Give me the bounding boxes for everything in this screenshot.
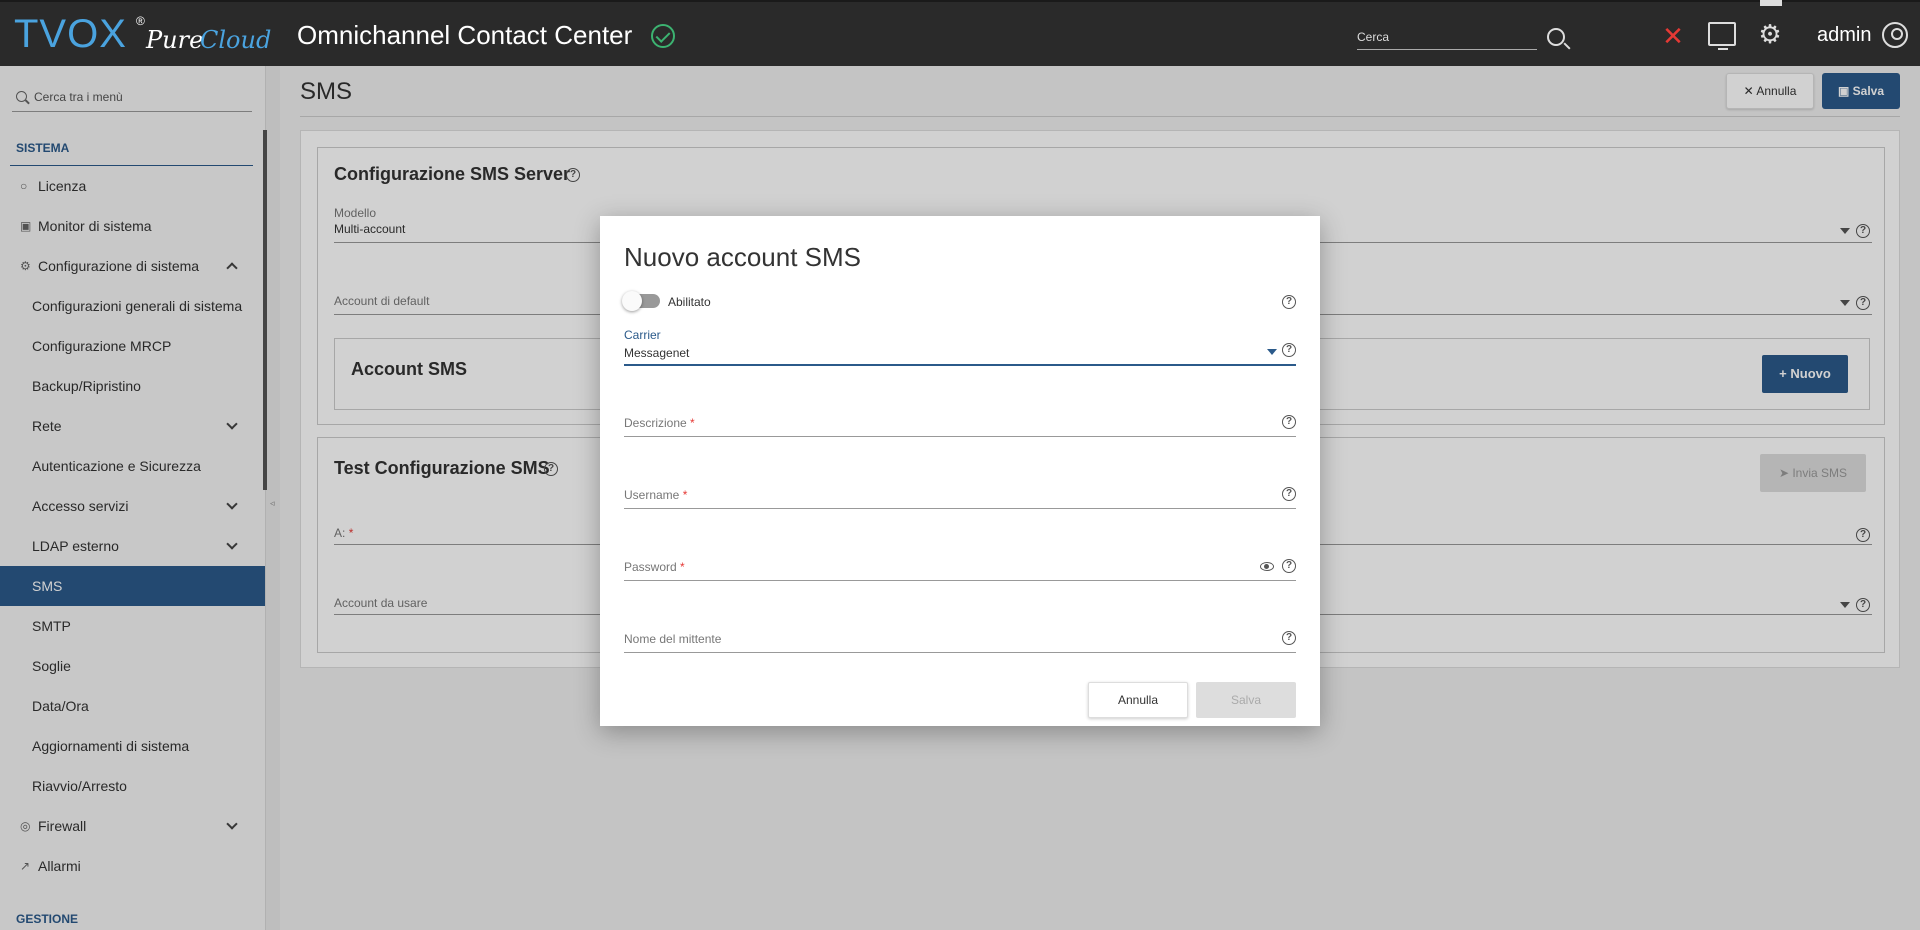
username-label: Username xyxy=(624,488,680,502)
mittente-field[interactable]: Nome del mittente xyxy=(624,632,721,646)
logo-pure: Pure xyxy=(146,26,204,54)
enabled-toggle-label: Abilitato xyxy=(668,295,711,309)
carrier-label: Carrier xyxy=(624,328,661,342)
logo-registered: ® xyxy=(136,14,145,28)
top-strip xyxy=(0,0,1920,2)
logo-tvox: TVOX xyxy=(14,12,127,56)
eye-icon[interactable] xyxy=(1260,562,1274,571)
help-icon[interactable]: ? xyxy=(1282,415,1296,429)
dialog-title: Nuovo account SMS xyxy=(624,242,862,272)
descrizione-field[interactable]: Descrizione * xyxy=(624,416,695,430)
descrizione-label: Descrizione xyxy=(624,416,687,430)
carrier-underline xyxy=(624,364,1296,366)
carrier-select[interactable]: Messagenet xyxy=(624,346,689,360)
required-mark: * xyxy=(680,560,685,574)
user-name[interactable]: admin xyxy=(1817,24,1871,47)
dialog-save-button[interactable]: Salva xyxy=(1196,682,1296,718)
status-ok-icon xyxy=(651,24,675,48)
help-icon[interactable]: ? xyxy=(1282,295,1296,309)
logo-cloud: Cloud xyxy=(200,26,272,54)
logo: TVOX ® Pure Cloud xyxy=(14,10,271,60)
dialog-cancel-button[interactable]: Annulla xyxy=(1088,682,1188,718)
monitor-icon[interactable] xyxy=(1708,22,1736,50)
required-mark: * xyxy=(682,488,688,502)
dropdown-arrow-icon[interactable] xyxy=(1267,349,1277,355)
password-field[interactable]: Password * xyxy=(624,560,685,574)
enabled-toggle[interactable] xyxy=(622,291,660,311)
user-icon[interactable] xyxy=(1882,22,1908,48)
required-mark: * xyxy=(690,416,695,430)
top-search-input[interactable]: Cerca xyxy=(1357,26,1537,50)
help-icon[interactable]: ? xyxy=(1282,559,1296,573)
username-underline xyxy=(624,508,1296,509)
help-icon[interactable]: ? xyxy=(1282,487,1296,501)
gear-icon[interactable]: ⚙ xyxy=(1756,20,1784,48)
mittente-underline xyxy=(624,652,1296,653)
monitor-active-indicator xyxy=(1760,0,1782,6)
new-sms-account-dialog: Nuovo account SMS Abilitato ? Carrier Me… xyxy=(600,216,1320,726)
help-icon[interactable]: ? xyxy=(1282,343,1296,357)
descrizione-underline xyxy=(624,436,1296,437)
password-underline xyxy=(624,580,1296,581)
top-bar: TVOX ® Pure Cloud Omnichannel Contact Ce… xyxy=(0,0,1920,66)
help-icon[interactable]: ? xyxy=(1282,631,1296,645)
app-title: Omnichannel Contact Center xyxy=(297,20,633,50)
username-field[interactable]: Username * xyxy=(624,488,687,502)
tools-icon[interactable]: ✕ xyxy=(1659,22,1687,50)
search-icon[interactable] xyxy=(1547,28,1565,46)
password-label: Password xyxy=(624,560,677,574)
